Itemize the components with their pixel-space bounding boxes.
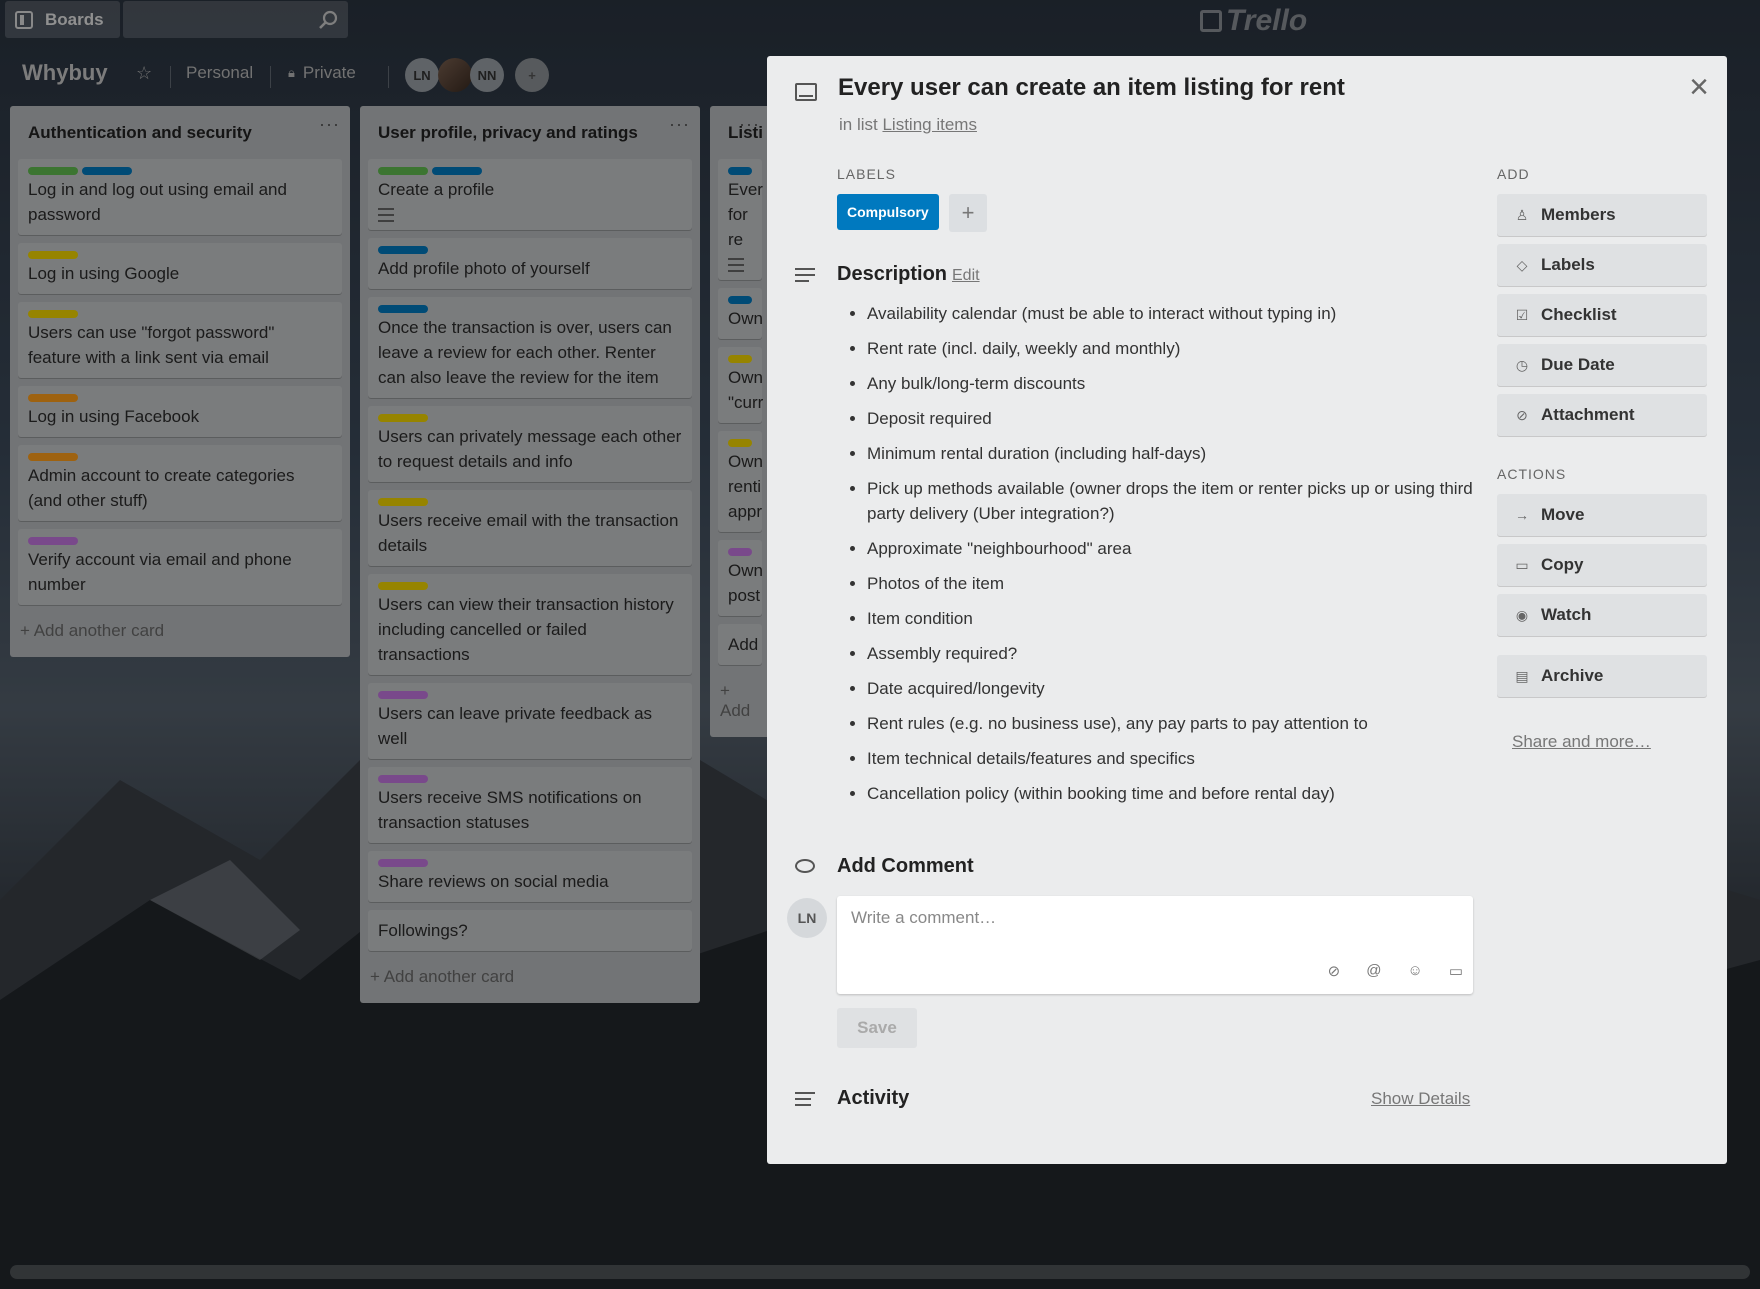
move-button[interactable]: → Move (1497, 494, 1707, 536)
description-item: Deposit required (867, 406, 1487, 431)
emoji-icon[interactable]: ☺ (1407, 962, 1422, 980)
description-item: Date acquired/longevity (867, 676, 1487, 701)
share-and-more-link[interactable]: Share and more… (1512, 732, 1651, 752)
checklist-label: Checklist (1541, 305, 1617, 324)
close-icon[interactable]: × (1689, 70, 1709, 104)
comment-input[interactable] (837, 896, 1473, 940)
description-heading: Description (837, 263, 948, 285)
paperclip-icon: ⊘ (1516, 406, 1528, 423)
card-icon (795, 83, 817, 101)
description-item: Availability calendar (must be able to i… (867, 301, 1487, 326)
actions-heading: ACTIONS (1497, 466, 1567, 482)
horizontal-scrollbar[interactable] (10, 1265, 1750, 1279)
comment-icon (795, 859, 815, 873)
checkbox-icon: ☑ (1515, 306, 1529, 323)
attachment-label: Attachment (1541, 405, 1635, 424)
list-link[interactable]: Listing items (882, 115, 976, 134)
description-item: Item condition (867, 606, 1487, 631)
description-item: Pick up methods available (owner drops t… (867, 476, 1487, 526)
archive-button[interactable]: ▤ Archive (1497, 655, 1707, 697)
description-list[interactable]: Availability calendar (must be able to i… (867, 301, 1487, 816)
add-comment-heading: Add Comment (837, 855, 974, 877)
description-item: Rent rules (e.g. no business use), any p… (867, 711, 1487, 736)
add-label-button[interactable]: + (949, 194, 987, 232)
tag-icon: ◇ (1516, 256, 1528, 273)
description-item: Photos of the item (867, 571, 1487, 596)
activity-heading: Activity (837, 1087, 910, 1109)
archive-icon: ▤ (1515, 667, 1529, 684)
save-button[interactable]: Save (837, 1008, 917, 1048)
description-item: Rent rate (incl. daily, weekly and month… (867, 336, 1487, 361)
card-icon[interactable]: ▭ (1449, 962, 1463, 980)
due-date-button[interactable]: ◷ Due Date (1497, 344, 1707, 386)
arrow-right-icon: → (1515, 507, 1529, 523)
members-label: Members (1541, 205, 1616, 224)
archive-label: Archive (1541, 666, 1604, 685)
card-icon: ▭ (1515, 556, 1529, 573)
watch-label: Watch (1541, 605, 1592, 624)
move-label: Move (1541, 505, 1585, 524)
eye-icon: ◉ (1515, 606, 1529, 623)
comment-box: ⊘ @ ☺ ▭ (837, 896, 1473, 994)
description-item: Assembly required? (867, 641, 1487, 666)
labels-label: Labels (1541, 255, 1595, 274)
in-list-prefix: in list (839, 115, 878, 134)
comment-tools: ⊘ @ ☺ ▭ (1328, 962, 1463, 980)
mention-icon[interactable]: @ (1366, 962, 1381, 980)
activity-icon (795, 1092, 815, 1108)
copy-button[interactable]: ▭ Copy (1497, 544, 1707, 586)
clock-icon: ◷ (1515, 356, 1529, 373)
edit-description-link[interactable]: Edit (952, 267, 980, 285)
description-item: Minimum rental duration (including half-… (867, 441, 1487, 466)
copy-label: Copy (1541, 555, 1584, 574)
labels-button[interactable]: ◇ Labels (1497, 244, 1707, 286)
checklist-button[interactable]: ☑ Checklist (1497, 294, 1707, 336)
avatar: LN (787, 898, 827, 938)
description-item: Approximate "neighbourhood" area (867, 536, 1487, 561)
description-item: Item technical details/features and spec… (867, 746, 1487, 771)
label-chip-compulsory[interactable]: Compulsory (837, 194, 939, 230)
members-button[interactable]: ♙ Members (1497, 194, 1707, 236)
attachment-button[interactable]: ⊘ Attachment (1497, 394, 1707, 436)
add-heading: ADD (1497, 166, 1530, 182)
due-date-label: Due Date (1541, 355, 1615, 374)
show-details-link[interactable]: Show Details (1371, 1089, 1470, 1109)
description-item: Any bulk/long-term discounts (867, 371, 1487, 396)
labels-heading: LABELS (837, 166, 896, 182)
card-list-info: in list Listing items (839, 115, 977, 135)
card-detail-modal: × Every user can create an item listing … (767, 56, 1727, 1164)
person-icon: ♙ (1515, 206, 1529, 223)
attachment-icon[interactable]: ⊘ (1328, 962, 1341, 980)
description-item: Cancellation policy (within booking time… (867, 781, 1487, 806)
card-title[interactable]: Every user can create an item listing fo… (838, 74, 1345, 102)
watch-button[interactable]: ◉ Watch (1497, 594, 1707, 636)
description-icon (795, 268, 815, 284)
